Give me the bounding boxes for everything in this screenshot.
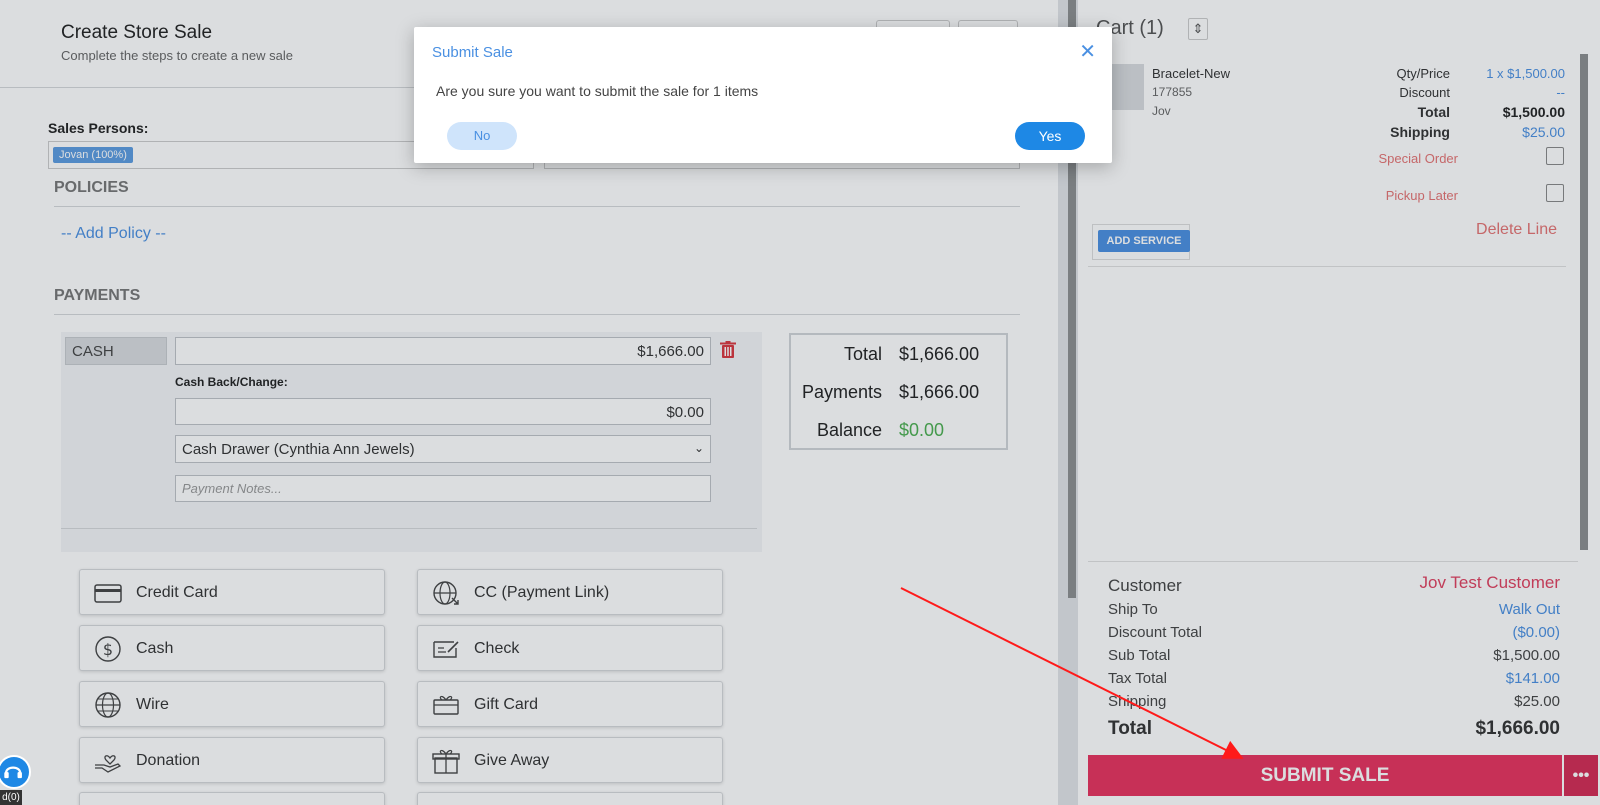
close-icon[interactable]: ✕ xyxy=(1079,39,1096,64)
no-button[interactable]: No xyxy=(447,122,517,150)
help-badge: d(0) xyxy=(0,790,22,805)
dialog-message: Are you sure you want to submit the sale… xyxy=(436,83,759,99)
headset-icon xyxy=(4,766,22,779)
help-chat-icon[interactable] xyxy=(0,755,31,789)
yes-button[interactable]: Yes xyxy=(1015,122,1085,150)
submit-sale-dialog: Submit Sale ✕ Are you sure you want to s… xyxy=(414,27,1112,163)
dialog-title: Submit Sale xyxy=(432,44,513,61)
